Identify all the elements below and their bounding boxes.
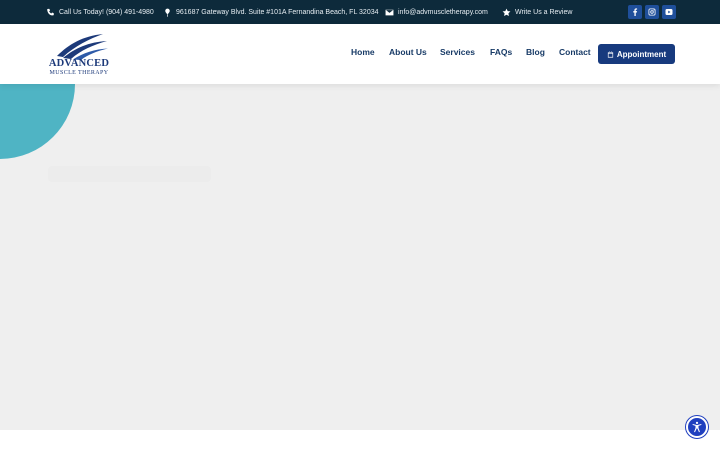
youtube-button[interactable] [662,5,676,19]
calendar-icon [607,50,613,58]
nav-home[interactable]: Home [351,47,375,57]
logo-waves-icon [57,34,108,60]
page-bottom-strip [0,430,720,450]
instagram-icon [648,8,656,16]
youtube-icon [665,9,673,15]
star-icon [501,7,511,17]
loading-placeholder [48,166,211,182]
email-link[interactable]: info@advmuscletherapy.com [384,0,488,24]
logo-tagline: MUSCLE THERAPY [49,70,109,76]
nav-about-us[interactable]: About Us [389,47,427,57]
phone-icon [45,7,55,17]
site-logo[interactable]: ADVANCED MUSCLE THERAPY [47,30,111,78]
review-link[interactable]: Write Us a Review [501,0,572,24]
phone-link[interactable]: Call Us Today! (904) 491-4980 [45,0,154,24]
review-text: Write Us a Review [515,8,573,16]
nav-services[interactable]: Services [440,47,475,57]
top-bar: Call Us Today! (904) 491-4980 961687 Gat… [0,0,720,24]
address-link[interactable]: 961687 Gateway Blvd. Suite #101A Fernand… [162,0,379,24]
envelope-icon [384,7,394,17]
email-text: info@advmuscletherapy.com [398,8,488,16]
appointment-button[interactable]: Appointment [598,44,675,64]
map-pin-icon [162,7,172,17]
address-text: 961687 Gateway Blvd. Suite #101A Fernand… [176,8,379,16]
nav-contact[interactable]: Contact [559,47,591,57]
hero-section [0,84,720,430]
accessibility-icon [692,421,702,433]
facebook-button[interactable] [628,5,642,19]
nav-blog[interactable]: Blog [526,47,545,57]
logo-wordmark: ADVANCED [48,58,110,69]
instagram-button[interactable] [645,5,659,19]
accessibility-button[interactable] [686,416,708,438]
nav-faqs[interactable]: FAQs [490,47,512,57]
site-header: ADVANCED MUSCLE THERAPY Home About Us Se… [0,24,720,84]
phone-text: Call Us Today! (904) 491-4980 [59,8,154,16]
appointment-label: Appointment [616,49,667,59]
facebook-icon [633,8,638,16]
decorative-circle [0,84,75,159]
